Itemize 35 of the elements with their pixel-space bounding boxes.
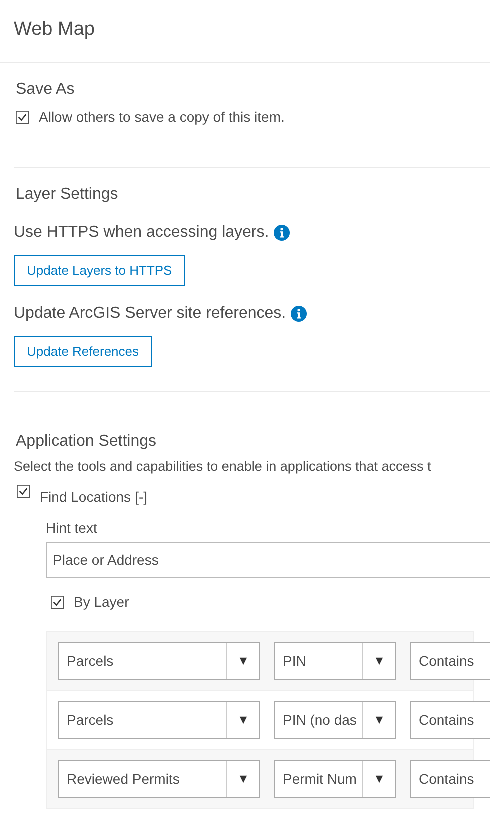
- info-icon[interactable]: [274, 225, 290, 241]
- caret-icon: [238, 774, 248, 784]
- field-dropdown[interactable]: PIN (no das: [274, 701, 396, 739]
- setting-description: Update ArcGIS Server site references.: [14, 305, 286, 323]
- setting-description: Use HTTPS when accessing layers.: [14, 224, 270, 242]
- field-dropdown[interactable]: PIN: [274, 642, 396, 680]
- checkbox-label: Find Locations: [40, 489, 132, 505]
- section-heading: Save As: [16, 80, 76, 100]
- section-heading: Layer Settings: [16, 185, 120, 205]
- field-dropdown[interactable]: Permit Num: [274, 760, 396, 798]
- layer-dropdown[interactable]: Reviewed Permits: [58, 760, 260, 798]
- section-heading: Application Settings: [16, 432, 158, 452]
- caret-icon: [374, 716, 384, 724]
- caret-icon: [238, 716, 248, 724]
- layer-dropdown[interactable]: Parcels: [58, 642, 260, 680]
- operator-dropdown[interactable]: Contains: [410, 701, 490, 739]
- operator-dropdown[interactable]: Contains: [410, 642, 490, 680]
- caret-icon: [374, 656, 384, 666]
- checkbox[interactable]: [16, 110, 29, 124]
- caret-icon: [238, 656, 248, 666]
- field-label: Hint text: [46, 520, 98, 536]
- operator-dropdown[interactable]: Contains: [410, 760, 490, 798]
- update-button[interactable]: Update References: [14, 336, 152, 367]
- update-button[interactable]: Update Layers to HTTPS: [14, 255, 186, 286]
- collapse-link[interactable]: [-]: [135, 489, 148, 505]
- section-description: Select the tools and capabilities to enable in applications that access t: [14, 459, 432, 474]
- checkbox-label: By Layer: [74, 593, 130, 611]
- checkbox-label: Allow others to save a copy of this item.: [39, 108, 285, 126]
- checkbox[interactable]: [17, 485, 30, 498]
- caret-icon: [374, 774, 384, 784]
- page-title: Web Map: [13, 18, 96, 42]
- info-icon[interactable]: [291, 306, 308, 322]
- layer-dropdown[interactable]: Parcels: [58, 701, 260, 739]
- hint-text-field[interactable]: Place or Address: [46, 542, 490, 578]
- checkbox[interactable]: [51, 596, 64, 608]
